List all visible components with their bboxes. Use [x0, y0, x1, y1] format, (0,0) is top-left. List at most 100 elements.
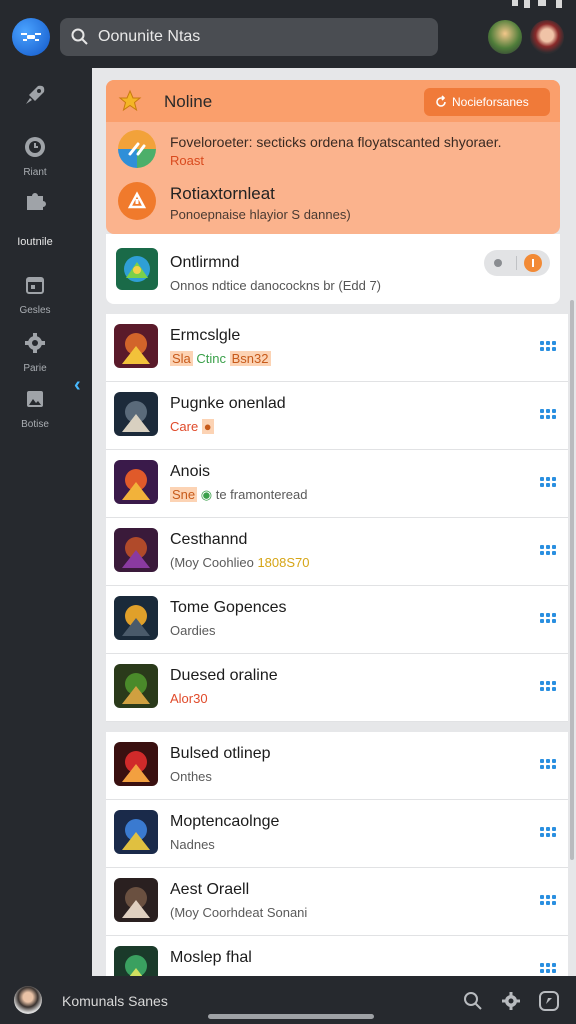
- game-app-icon: [114, 878, 158, 922]
- status-indicators: [506, 0, 572, 10]
- compass-icon[interactable]: [538, 990, 560, 1012]
- list-item-title: Moslep fhal: [170, 949, 252, 966]
- list-item-sub: Sla Ctinc Bsn32: [170, 351, 271, 366]
- list-item-title: Aest Oraell: [170, 881, 250, 898]
- chevron-left-icon[interactable]: ‹: [74, 374, 81, 397]
- list-item[interactable]: Cesthannd (Moy Coohlieo 1808S70: [106, 518, 568, 586]
- update-icon: [118, 130, 156, 168]
- list-item-sub-part: Care: [170, 419, 202, 434]
- star-icon: [118, 89, 142, 112]
- warning-icon: [118, 182, 156, 220]
- sidebar: Riant Ioutnile Gesles Parie Botise ‹: [0, 68, 92, 976]
- notice-title: Noline: [164, 92, 213, 111]
- home-indicator: [208, 1014, 374, 1019]
- avatar[interactable]: [488, 20, 522, 54]
- puzzle-icon: [27, 193, 46, 210]
- sidebar-item-ioutnile[interactable]: Ioutnile: [0, 234, 70, 248]
- grid-menu-icon[interactable]: [540, 963, 556, 975]
- grid-menu-icon[interactable]: [540, 613, 556, 625]
- list-item-sub-part: Bsn32: [229, 351, 271, 366]
- game-app-icon: [114, 742, 158, 786]
- list-item-sub: Oardies: [170, 623, 216, 638]
- sidebar-item-label: Riant: [23, 167, 47, 178]
- list-item-sub: (Moy Coorhdeat Sonani: [170, 905, 307, 920]
- sidebar-item-rocket[interactable]: [0, 82, 70, 113]
- list-item-title: Ermcslgle: [170, 327, 241, 344]
- list-item-sub-part: Ctinc: [192, 351, 230, 366]
- list-item-title: Cesthannd: [170, 531, 248, 548]
- list-item-sub-part: (Moy Coorhdeat Sonani: [170, 905, 308, 920]
- list-item[interactable]: Ermcslgle Sla Ctinc Bsn32: [106, 314, 568, 382]
- list-item-sub-part: Oardies: [170, 623, 216, 638]
- grid-menu-icon[interactable]: [540, 477, 556, 489]
- list-item[interactable]: Aest Oraell (Moy Coorhdeat Sonani: [106, 868, 568, 936]
- game-app-icon: [114, 946, 158, 976]
- avatar[interactable]: [530, 20, 564, 54]
- sidebar-item-label: Gesles: [19, 305, 51, 316]
- status-card[interactable]: Ontlirmnd Onnos ndtice danocockns br (Ed…: [106, 234, 560, 304]
- list-item[interactable]: Bulsed otlinep Onthes: [106, 732, 568, 800]
- grid-menu-icon[interactable]: [540, 759, 556, 771]
- gear-icon[interactable]: [500, 990, 522, 1012]
- list-item-title: Bulsed otlinep: [170, 745, 271, 762]
- search-bar[interactable]: Oonunite Ntas: [60, 18, 438, 56]
- main-panel: Noline Nocieforsanes Foveloroeter: secti…: [92, 68, 576, 976]
- image-icon: [27, 391, 43, 407]
- grid-menu-icon[interactable]: [540, 895, 556, 907]
- notice-item-title: Rotiaxtornleat: [170, 184, 275, 203]
- gear-icon: [25, 333, 45, 353]
- game-app-icon: [114, 324, 158, 368]
- drone-logo-icon[interactable]: [12, 18, 50, 56]
- list-item-sub: Onthes: [170, 769, 212, 784]
- sidebar-item-botise[interactable]: Botise: [0, 386, 70, 430]
- notice-item-text: Foveloroeter: secticks ordena floyatscan…: [170, 134, 502, 150]
- list-item[interactable]: Duesed oraline Alor30: [106, 654, 568, 722]
- list-item[interactable]: Anois Sne ◉ te framonteread: [106, 450, 568, 518]
- sidebar-item-puzzle[interactable]: [0, 188, 70, 219]
- grid-menu-icon[interactable]: [540, 341, 556, 353]
- list-item-sub-part: ◉: [197, 487, 216, 502]
- status-card-title: Ontlirmnd: [170, 254, 240, 271]
- notice-item-sub: Roast: [170, 153, 204, 168]
- notice-header: Noline Nocieforsanes: [106, 80, 560, 122]
- list-item-sub-part: te framonteread: [215, 487, 308, 502]
- search-input[interactable]: Oonunite Ntas: [98, 28, 200, 46]
- list-item-title: Moptencaolnge: [170, 813, 280, 830]
- game-app-icon: [114, 460, 158, 504]
- status-toggle[interactable]: [484, 250, 550, 276]
- grid-menu-icon[interactable]: [540, 827, 556, 839]
- search-icon: [71, 28, 88, 45]
- list-item[interactable]: Moslep fhal: [106, 936, 568, 976]
- list-item-sub-part: Sla: [170, 351, 193, 366]
- list-item[interactable]: Pugnke onenlad Care ●: [106, 382, 568, 450]
- grid-menu-icon[interactable]: [540, 681, 556, 693]
- game-app-icon: [114, 392, 158, 436]
- notifications-button-label: Nocieforsanes: [452, 95, 529, 109]
- refresh-icon: [436, 95, 446, 107]
- grid-menu-icon[interactable]: [540, 545, 556, 557]
- list-item-sub-part: Sne: [170, 487, 198, 502]
- list-item-sub: Alor30: [170, 691, 208, 706]
- scrollbar[interactable]: [570, 300, 574, 860]
- grid-menu-icon[interactable]: [540, 409, 556, 421]
- list-item-title: Duesed oraline: [170, 667, 278, 684]
- avatar[interactable]: [14, 986, 42, 1014]
- bottom-bar: Komunals Sanes: [0, 976, 576, 1024]
- sidebar-item-parie[interactable]: Parie: [0, 330, 70, 374]
- search-icon[interactable]: [462, 990, 484, 1012]
- notice-item-sub: Ponoepnaise hlayior S dannes): [170, 207, 351, 222]
- sidebar-item-riant[interactable]: Riant: [0, 134, 70, 178]
- notifications-button[interactable]: Nocieforsanes: [424, 88, 550, 116]
- list-item-title: Pugnke onenlad: [170, 395, 286, 412]
- list-item-sub: Care ●: [170, 419, 214, 434]
- list-item-sub: Sne ◉ te framonteread: [170, 487, 308, 503]
- list-item-sub-part: Nadnes: [170, 837, 215, 852]
- list-item-sub-part: (Moy Coohlieo: [170, 555, 258, 570]
- app-list: Bulsed otlinep Onthes Moptencaolnge Nadnes A…: [106, 732, 568, 976]
- game-app-icon: [114, 810, 158, 854]
- list-item[interactable]: Tome Gopences Oardies: [106, 586, 568, 654]
- sidebar-item-gesles[interactable]: Gesles: [0, 272, 70, 316]
- list-item[interactable]: Moptencaolnge Nadnes: [106, 800, 568, 868]
- rocket-icon: [26, 85, 45, 104]
- game-app-icon: [114, 664, 158, 708]
